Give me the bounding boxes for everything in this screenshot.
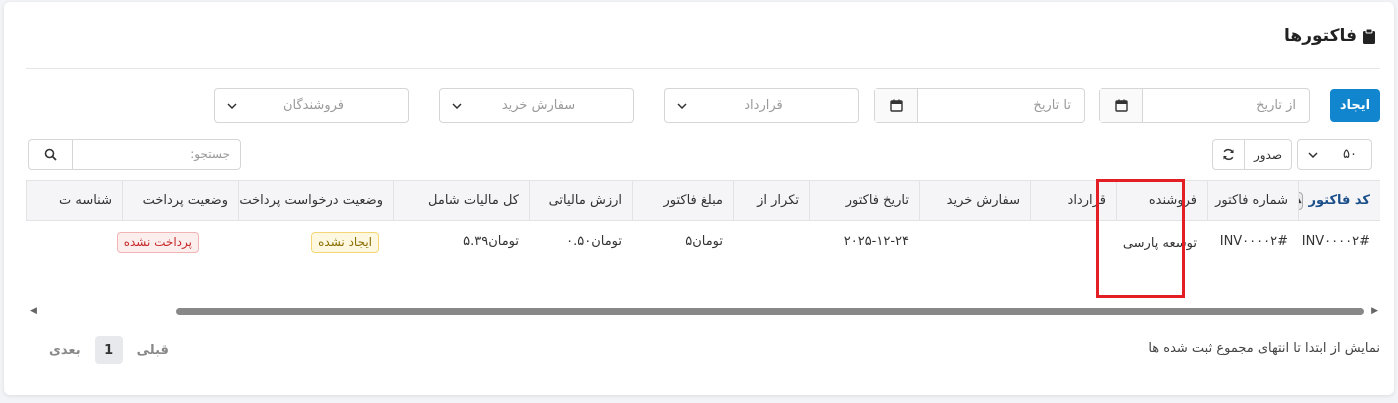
refresh-button[interactable]	[1213, 140, 1245, 169]
column-total-incl-tax[interactable]: کل مالیات شامل	[393, 181, 529, 220]
pagination: قبلی 1 بعدی	[49, 336, 169, 364]
vendors-select[interactable]: فروشندگان	[214, 88, 409, 123]
purchase-order-select-placeholder: سفارش خرید	[501, 98, 576, 113]
sort-toggle-icon[interactable]: ▲	[1299, 191, 1303, 210]
scroll-right-arrow-icon[interactable]: ▶	[1371, 306, 1378, 316]
column-payment-status[interactable]: وضعیت پرداخت	[122, 181, 238, 220]
next-page-button[interactable]: بعدی	[49, 343, 81, 358]
column-recurring-from[interactable]: تکرار از	[733, 181, 809, 220]
to-date-calendar-button[interactable]	[875, 89, 918, 122]
purchase-order-select[interactable]: سفارش خرید	[439, 88, 634, 123]
chevron-down-icon	[1308, 151, 1318, 158]
column-tracking-id[interactable]: شناسه ت	[26, 181, 122, 220]
to-date-field[interactable]: تا تاریخ	[874, 88, 1085, 123]
cell-tax-value: تومان۰.۵۰	[566, 234, 622, 249]
search-input[interactable]: جستجو:	[73, 140, 240, 169]
cell-total-incl-tax: تومان۵.۳۹	[463, 234, 519, 249]
column-invoice-code-label: کد فاکتور	[1308, 193, 1371, 208]
calendar-icon	[889, 99, 903, 112]
search-icon	[44, 148, 57, 161]
from-date-input[interactable]: از تاریخ	[1143, 89, 1309, 122]
payment-status-badge: پرداخت نشده	[116, 232, 199, 253]
column-invoice-number[interactable]: شماره فاکتور	[1207, 181, 1298, 220]
header-divider	[26, 68, 1380, 69]
contract-select-placeholder: قرارداد	[744, 98, 783, 113]
from-date-field[interactable]: از تاریخ	[1099, 88, 1310, 123]
column-invoice-code[interactable]: کد فاکتور ▲	[1298, 181, 1380, 220]
cell-invoice-code[interactable]: INV۰۰۰۰۲#	[1298, 234, 1380, 249]
previous-page-button[interactable]: قبلی	[137, 343, 169, 358]
scroll-left-arrow-icon[interactable]: ◀	[30, 306, 37, 316]
search-group: جستجو:	[28, 139, 241, 170]
invoices-card: فاکتورها ایجاد از تاریخ تا تاریخ قرارداد…	[4, 2, 1394, 395]
contract-select[interactable]: قرارداد	[664, 88, 859, 123]
create-button[interactable]: ایجاد	[1330, 89, 1380, 122]
chevron-down-icon	[452, 102, 462, 109]
payment-request-status-badge: ایجاد نشده	[311, 232, 379, 253]
export-button-group: صدور	[1212, 139, 1292, 170]
clipboard-icon	[1363, 28, 1375, 44]
page-header: فاکتورها	[1284, 26, 1376, 46]
horizontal-scrollbar[interactable]: ◀ ▶	[26, 304, 1380, 318]
column-payment-request-status[interactable]: وضعیت درخواست پرداخت	[238, 181, 393, 220]
column-purchase-order[interactable]: سفارش خرید	[919, 181, 1030, 220]
column-invoice-amount[interactable]: مبلغ فاکتور	[632, 181, 733, 220]
cell-invoice-amount: تومان۵	[685, 234, 723, 249]
vendor-highlight-box	[1096, 179, 1185, 298]
column-invoice-date[interactable]: تاریخ فاکتور	[809, 181, 919, 220]
search-button[interactable]	[29, 140, 73, 169]
page-size-value: ۵۰	[1343, 147, 1357, 162]
page-number-button[interactable]: 1	[94, 336, 123, 364]
chevron-down-icon	[677, 102, 687, 109]
cell-invoice-date: ۲۰۲۵-۱۲-۲۴	[843, 234, 909, 249]
page-size-select[interactable]: ۵۰	[1297, 139, 1372, 170]
table-info-text: نمایش از ابتدا تا انتهای مجموع ثبت شده ه…	[1148, 341, 1380, 356]
calendar-icon	[1114, 99, 1128, 112]
refresh-icon	[1223, 148, 1234, 161]
cell-invoice-number: INV۰۰۰۰۲#	[1219, 234, 1288, 249]
to-date-input[interactable]: تا تاریخ	[918, 89, 1084, 122]
vendors-select-placeholder: فروشندگان	[282, 98, 344, 113]
scrollbar-thumb[interactable]	[176, 308, 1364, 315]
page-title: فاکتورها	[1284, 26, 1357, 46]
from-date-calendar-button[interactable]	[1100, 89, 1143, 122]
column-tax-value[interactable]: ارزش مالیاتی	[529, 181, 632, 220]
chevron-down-icon	[227, 102, 237, 109]
export-button[interactable]: صدور	[1245, 140, 1291, 169]
